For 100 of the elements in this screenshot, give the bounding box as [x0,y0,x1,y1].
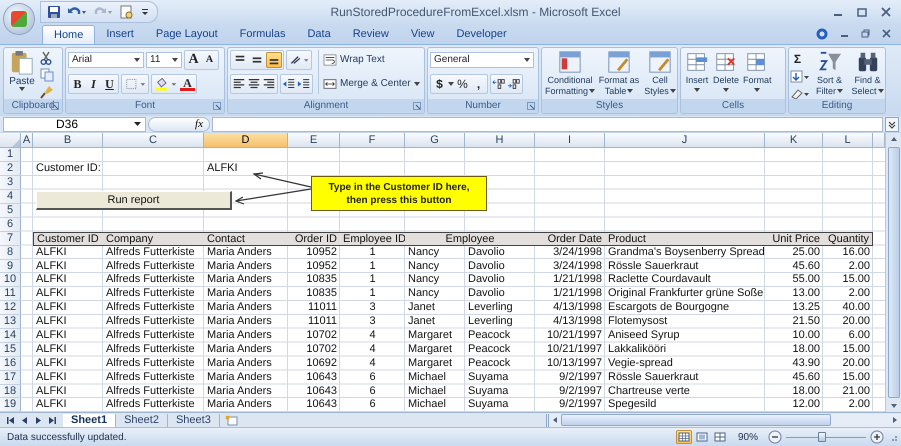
row-header[interactable]: 3 [0,176,21,190]
ribbon-tab[interactable]: Page Layout [144,24,229,44]
row-header[interactable]: 8 [0,246,21,260]
copy-icon[interactable] [40,68,54,82]
run-report-button[interactable]: Run report [36,191,232,210]
formula-input[interactable] [212,116,883,132]
align-left-icon[interactable] [232,76,246,91]
first-sheet-icon[interactable] [6,416,15,425]
close-icon[interactable] [881,7,891,17]
underline-button[interactable]: U [102,76,117,92]
paste-button[interactable]: Paste [6,50,38,91]
column-header[interactable]: J [605,133,765,148]
row-header[interactable]: 19 [0,398,21,412]
currency-button[interactable]: $ [432,76,447,92]
ribbon-tab[interactable]: Developer [445,24,518,44]
next-sheet-icon[interactable] [34,416,43,425]
increase-indent-icon[interactable] [297,76,311,91]
zoom-out-icon[interactable] [768,430,782,444]
font-size-field[interactable]: 11 [146,52,182,68]
increase-decimal-icon[interactable] [492,76,506,91]
column-header[interactable]: K [765,133,823,148]
maximize-icon[interactable] [857,7,867,17]
ribbon-button[interactable]: Format [743,74,772,92]
ribbon-button[interactable]: Conditional Formatting [544,74,596,97]
column-header[interactable]: C [103,133,204,148]
eraser-icon[interactable] [790,86,810,101]
conditional-formatting-icon[interactable] [558,50,582,74]
zoom-level[interactable]: 90% [738,432,758,443]
row-header[interactable]: 14 [0,329,21,343]
cell-styles-icon[interactable] [648,50,672,74]
print-preview-icon[interactable] [119,4,135,20]
ribbon-button[interactable]: Insert [686,74,708,92]
ribbon-tab[interactable]: View [400,24,446,44]
fill-color-icon[interactable] [153,76,179,92]
insert-function-button[interactable]: fx [195,118,203,130]
row-header[interactable]: 12 [0,301,21,316]
merge-center-button[interactable]: Merge & Center [323,74,420,94]
comma-button[interactable]: , [471,76,486,92]
vertical-scrollbar[interactable] [885,133,901,412]
number-format-field[interactable]: General [430,52,534,68]
format-painter-icon[interactable] [40,84,54,99]
expand-icon[interactable] [885,116,899,132]
dialog-launcher-icon[interactable] [213,102,221,110]
ribbon-button[interactable]: Delete [713,74,740,92]
percent-button[interactable]: % [455,76,470,92]
column-header[interactable]: F [340,133,405,148]
row-header[interactable]: 10 [0,273,21,288]
column-header[interactable]: B [33,133,103,148]
scroll-thumb[interactable] [888,147,900,398]
table-format-icon[interactable] [607,50,631,74]
previous-sheet-icon[interactable] [20,416,29,425]
wrap-text-button[interactable]: Wrap Text [323,50,420,70]
sheet-tab[interactable]: Sheet1 [63,414,116,427]
slider-thumb[interactable] [818,432,826,442]
align-right-icon[interactable] [262,76,276,91]
row-header[interactable]: 13 [0,315,21,330]
row-header[interactable]: 9 [0,260,21,274]
row-header[interactable]: 4 [0,190,21,204]
ribbon-tab[interactable]: Review [342,24,400,44]
column-header[interactable]: H [465,133,535,148]
horizontal-scrollbar[interactable] [546,414,901,427]
normal-view-button[interactable] [676,430,692,444]
find-select-button[interactable]: Find & Select [849,74,885,97]
row-header[interactable]: 7 [0,232,21,246]
column-header[interactable]: G [405,133,465,148]
dialog-launcher-icon[interactable] [527,102,535,110]
shrink-font-button[interactable]: A [202,52,217,68]
row-header[interactable]: 5 [0,204,21,218]
page-break-view-button[interactable] [712,430,728,444]
bold-button[interactable]: B [70,76,85,92]
ribbon-button[interactable]: Format as Table [597,74,641,97]
sort-filter-button[interactable]: Sort & Filter [811,74,848,97]
last-sheet-icon[interactable] [48,416,57,425]
align-center-icon[interactable] [247,76,261,91]
grow-font-button[interactable]: A [186,52,201,68]
name-box[interactable]: D36 [3,116,146,132]
font-name-field[interactable]: Arial [68,52,144,68]
row-header[interactable]: 15 [0,342,21,357]
column-header[interactable]: D [204,133,288,148]
help-icon[interactable] [816,28,828,40]
customize-toolbar-icon[interactable] [141,7,149,17]
cut-icon[interactable] [40,50,52,65]
column-header[interactable]: A [21,133,33,148]
office-button[interactable] [4,4,34,34]
row-header[interactable]: 16 [0,356,21,371]
caret-icon[interactable] [448,82,454,86]
insert-sheet-icon[interactable] [224,414,240,426]
zoom-in-icon[interactable] [870,430,884,444]
row-header[interactable]: 1 [0,148,21,162]
ribbon-button[interactable]: Cell Styles [642,74,677,97]
row-header[interactable]: 17 [0,370,21,385]
column-header[interactable]: L [823,133,873,148]
save-icon[interactable] [47,5,61,19]
page-layout-view-button[interactable] [694,430,710,444]
column-header[interactable]: I [535,133,605,148]
dialog-launcher-icon[interactable] [413,102,421,110]
decrease-decimal-icon[interactable] [507,76,521,91]
bottom-align-button[interactable] [266,52,282,68]
ribbon-tab[interactable]: Data [296,24,342,44]
close-icon[interactable] [882,29,891,38]
